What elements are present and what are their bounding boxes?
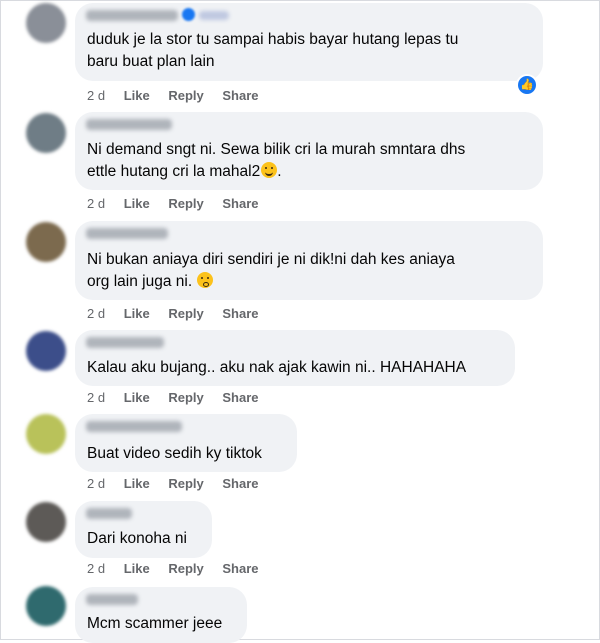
comment-bubble: Dari konoha ni	[75, 501, 212, 558]
comment-bubble: Kalau aku bujang.. aku nak ajak kawin ni…	[75, 330, 515, 386]
comment-bubble: Buat video sedih ky tiktok	[75, 414, 297, 472]
avatar[interactable]	[26, 414, 66, 454]
commenter-name[interactable]	[86, 594, 138, 605]
commenter-name[interactable]	[86, 421, 182, 432]
face-with-rolling-eyes-emoji-icon	[197, 272, 214, 288]
comment-text: Buat video sedih ky tiktok	[87, 445, 262, 462]
comment-bubble: Ni bukan aniaya diri sendiri je ni dik!n…	[75, 221, 543, 300]
avatar[interactable]	[26, 331, 66, 371]
comment-actions: 2 d Like Reply Share	[87, 390, 274, 406]
share-button[interactable]: Share	[222, 88, 258, 103]
commenter-name[interactable]	[86, 337, 164, 348]
comment-text: Ni bukan aniaya diri sendiri je ni dik!n…	[87, 251, 455, 290]
comment-actions: 2 d Like Reply Share	[87, 561, 274, 577]
comment-actions: 2 d Like Reply Share	[87, 306, 274, 322]
avatar[interactable]	[26, 113, 66, 153]
comment-bubble: Ni demand sngt ni. Sewa bilik cri la mur…	[75, 112, 543, 190]
timestamp[interactable]: 2 d	[87, 306, 105, 321]
follow-badge	[199, 11, 229, 20]
timestamp[interactable]: 2 d	[87, 88, 105, 103]
comment-text: Kalau aku bujang.. aku nak ajak kawin ni…	[87, 359, 467, 376]
comment-actions: 2 d Like Reply Share	[87, 88, 274, 104]
grinning-sweat-emoji-icon	[261, 162, 278, 178]
reply-button[interactable]: Reply	[168, 561, 203, 576]
comment-text: Ni demand sngt ni. Sewa bilik cri la mur…	[87, 141, 466, 180]
commenter-name[interactable]	[86, 119, 172, 130]
timestamp[interactable]: 2 d	[87, 390, 105, 405]
avatar[interactable]	[26, 3, 66, 43]
commenter-name[interactable]	[86, 508, 132, 519]
like-button[interactable]: Like	[124, 306, 150, 321]
comment-bubble: duduk je la stor tu sampai habis bayar h…	[75, 3, 543, 81]
verified-badge-icon	[182, 8, 195, 21]
share-button[interactable]: Share	[222, 476, 258, 491]
timestamp[interactable]: 2 d	[87, 476, 105, 491]
share-button[interactable]: Share	[222, 561, 258, 576]
commenter-name[interactable]	[86, 10, 178, 21]
like-button[interactable]: Like	[124, 390, 150, 405]
like-reaction-icon[interactable]: 👍	[516, 74, 538, 96]
avatar[interactable]	[26, 502, 66, 542]
like-button[interactable]: Like	[124, 88, 150, 103]
like-button[interactable]: Like	[124, 561, 150, 576]
share-button[interactable]: Share	[222, 306, 258, 321]
like-button[interactable]: Like	[124, 196, 150, 211]
avatar[interactable]	[26, 586, 66, 626]
reply-button[interactable]: Reply	[168, 88, 203, 103]
comment-bubble: Mcm scammer jeee	[75, 587, 247, 643]
timestamp[interactable]: 2 d	[87, 196, 105, 211]
comment-text: Dari konoha ni	[87, 530, 187, 547]
share-button[interactable]: Share	[222, 196, 258, 211]
reply-button[interactable]: Reply	[168, 306, 203, 321]
timestamp[interactable]: 2 d	[87, 561, 105, 576]
like-button[interactable]: Like	[124, 476, 150, 491]
share-button[interactable]: Share	[222, 390, 258, 405]
comment-actions: 2 d Like Reply Share	[87, 196, 274, 212]
comment-actions: 2 d Like Reply Share	[87, 476, 274, 492]
comment-text: duduk je la stor tu sampai habis bayar h…	[87, 31, 459, 70]
reply-button[interactable]: Reply	[168, 390, 203, 405]
reply-button[interactable]: Reply	[168, 476, 203, 491]
comment-text: Mcm scammer jeee	[87, 615, 223, 632]
avatar[interactable]	[26, 222, 66, 262]
reply-button[interactable]: Reply	[168, 196, 203, 211]
commenter-name[interactable]	[86, 228, 168, 239]
